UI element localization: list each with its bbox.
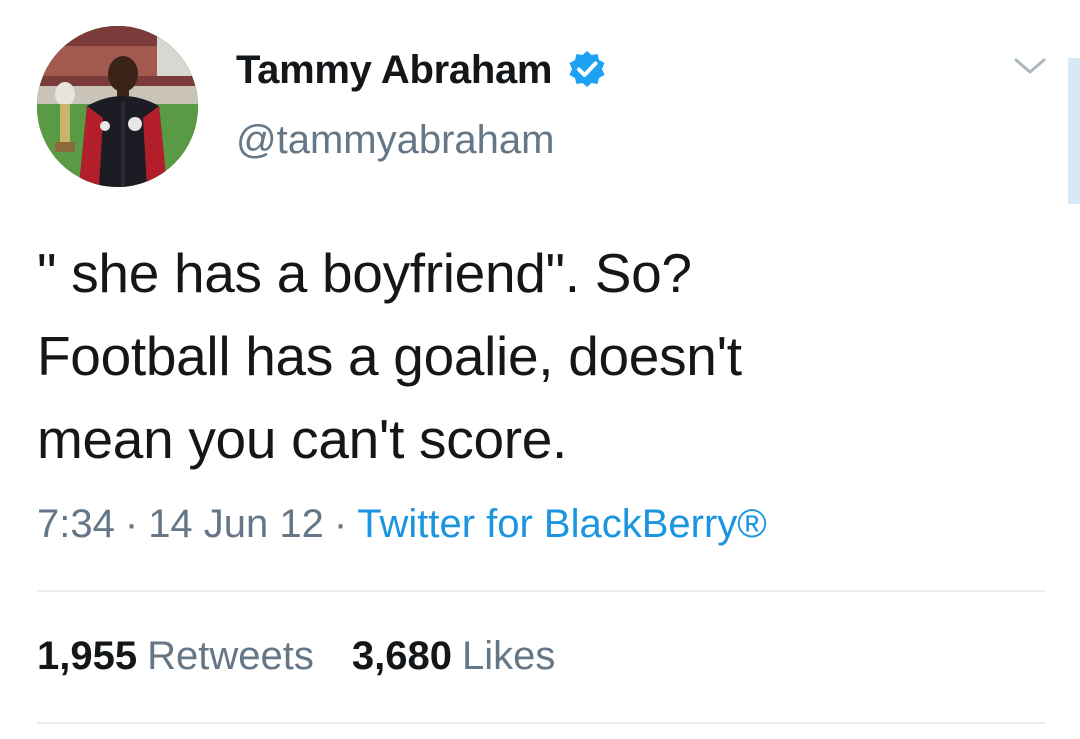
author-display-name[interactable]: Tammy Abraham <box>236 48 553 93</box>
tweet-text: " she has a boyfriend". So? Football has… <box>37 242 742 470</box>
retweets-count: 1,955 <box>37 634 138 678</box>
verified-badge-icon <box>566 49 608 91</box>
author-handle[interactable]: @tammyabraham <box>236 118 554 163</box>
tweet-source-link[interactable]: Twitter for BlackBerry® <box>357 502 767 546</box>
retweets-stat[interactable]: 1,955 Retweets <box>37 634 314 679</box>
tweet-meta: 7:34 · 14 Jun 12 · Twitter for BlackBerry® <box>37 502 767 547</box>
divider <box>37 722 1045 724</box>
likes-stat[interactable]: 3,680 Likes <box>352 634 556 679</box>
tweet: Tammy Abraham @tammyabraham " she has a … <box>0 0 1080 739</box>
meta-separator: · <box>333 502 348 546</box>
retweets-label: Retweets <box>147 634 314 678</box>
scrollbar[interactable] <box>1068 58 1080 204</box>
tweet-stats: 1,955 Retweets 3,680 Likes <box>37 634 593 679</box>
profile-photo <box>37 26 198 187</box>
author-name-row: Tammy Abraham <box>236 42 608 98</box>
meta-separator: · <box>124 502 139 546</box>
divider <box>37 590 1045 592</box>
chevron-down-icon[interactable] <box>1010 52 1050 80</box>
tweet-time[interactable]: 7:34 <box>37 502 115 546</box>
tweet-date[interactable]: 14 Jun 12 <box>148 502 324 546</box>
likes-label: Likes <box>461 634 556 678</box>
avatar[interactable] <box>37 26 198 187</box>
likes-count: 3,680 <box>351 634 452 678</box>
